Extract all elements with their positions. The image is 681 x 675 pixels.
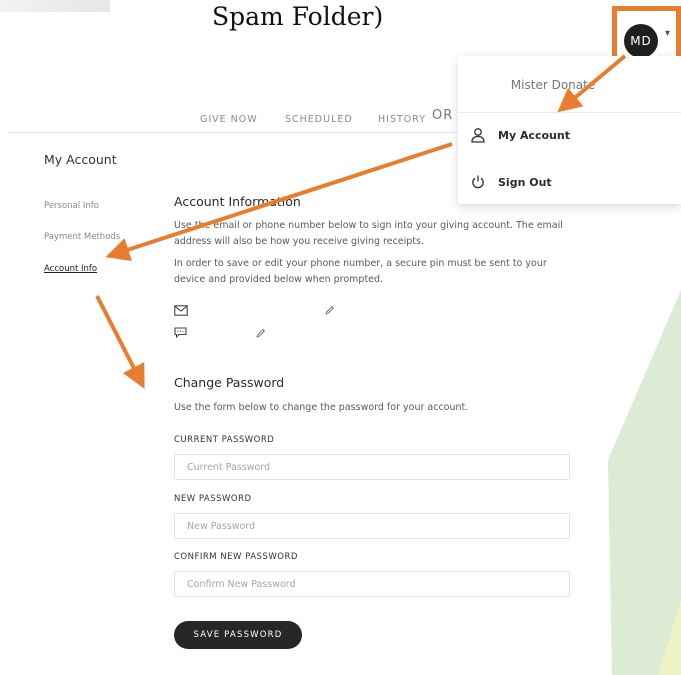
current-password-input[interactable] [174,454,570,480]
mail-icon [174,305,188,316]
account-info-paragraph-2: In order to save or edit your phone numb… [174,258,547,285]
dropdown-item-label: Sign Out [498,175,552,189]
sidebar-item-payment-methods[interactable]: Payment Methods [44,232,120,242]
dropdown-item-label: My Account [498,128,570,142]
confirm-password-input[interactable] [174,571,570,597]
page-header-title: Spam Folder) [212,2,384,31]
save-password-button[interactable]: SAVE PASSWORD [174,621,302,649]
confirm-password-label: CONFIRM NEW PASSWORD [174,552,298,562]
change-password-description: Use the form below to change the passwor… [174,402,469,413]
nav-item-partial[interactable]: OR [432,108,453,123]
chevron-down-icon[interactable]: ▾ [665,28,670,39]
current-password-label: CURRENT PASSWORD [174,435,275,445]
avatar[interactable]: MD [624,24,658,58]
dropdown-user-name: Mister Donate [510,78,596,92]
nav-history[interactable]: HISTORY [378,114,426,125]
new-password-label: NEW PASSWORD [174,494,252,504]
new-password-input[interactable] [174,513,570,539]
background-decoration [0,0,110,12]
arrow-to-change-password [95,295,145,389]
account-information-heading: Account Information [174,194,301,209]
dropdown-item-sign-out[interactable]: Sign Out [470,170,552,194]
change-password-heading: Change Password [174,375,285,390]
chat-icon [174,327,187,338]
nav-scheduled[interactable]: SCHEDULED [285,114,353,125]
email-edit-pencil-icon[interactable] [324,305,335,316]
account-dropdown: Mister Donate My Account Sign Out [458,56,681,204]
background-green-shape [608,290,681,675]
user-icon [471,128,485,143]
dropdown-item-my-account[interactable]: My Account [470,123,570,147]
dropdown-divider [458,112,681,113]
sidebar-item-account-info[interactable]: Account Info [44,264,97,274]
nav-give-now[interactable]: GIVE NOW [200,114,258,125]
nav-divider [8,132,458,133]
my-account-title: My Account [44,152,117,167]
phone-edit-pencil-icon[interactable] [255,328,266,339]
power-icon [472,175,484,189]
account-info-paragraph-1: Use the email or phone number below to s… [174,220,563,247]
top-nav: GIVE NOW SCHEDULED HISTORY OR [0,108,460,134]
sidebar-item-personal-info[interactable]: Personal Info [44,201,99,211]
